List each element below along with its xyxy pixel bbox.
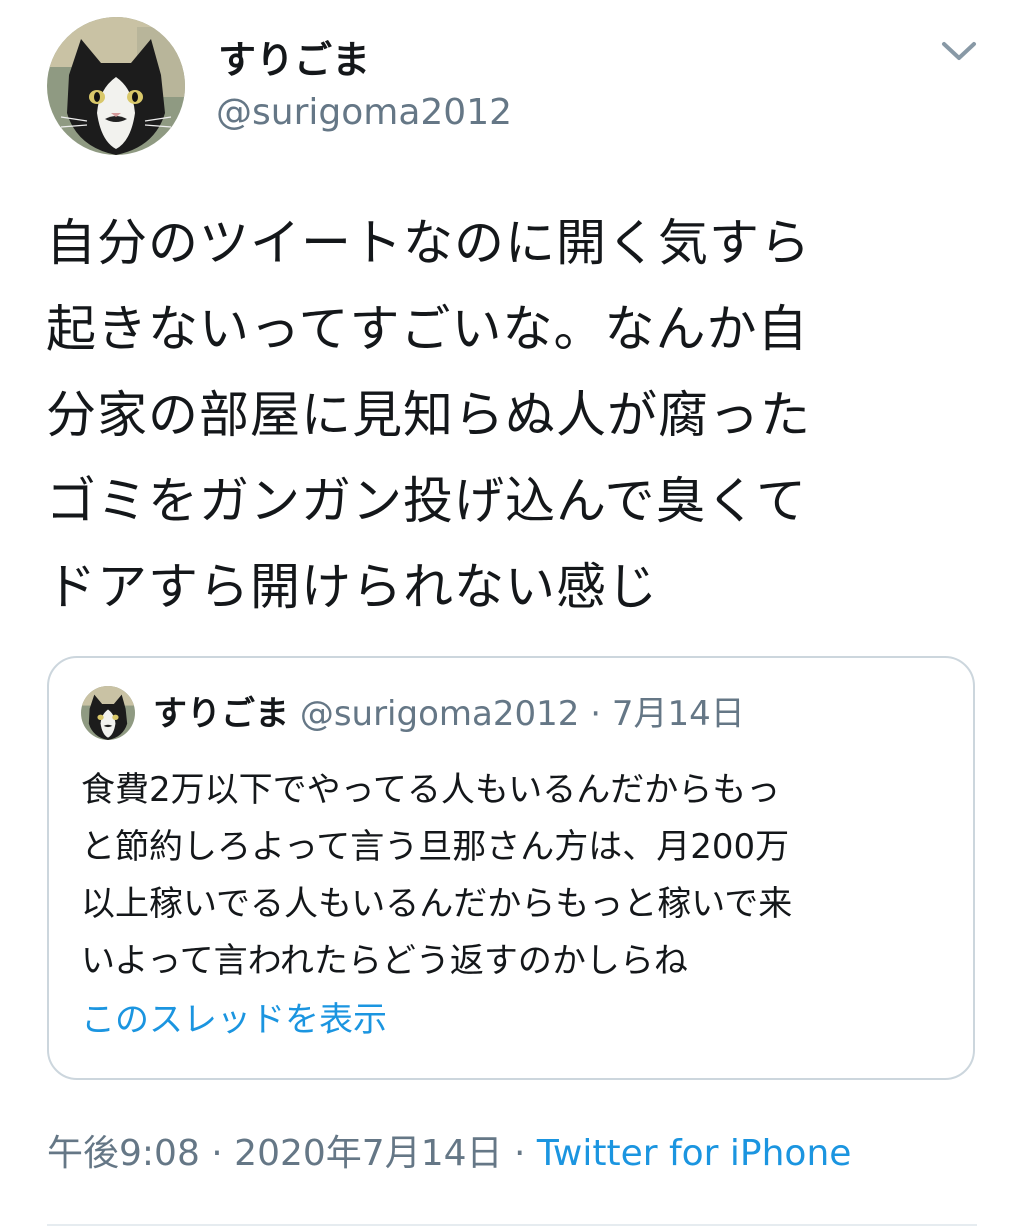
quoted-display-name: すりごま — [153, 694, 289, 734]
cat-avatar-icon — [47, 17, 185, 155]
tweet-text-line: ドアすら開けられない感じ — [46, 558, 658, 616]
quoted-text-line: 以上稼いでる人もいるんだからもっと稼いで来 — [81, 884, 793, 924]
chevron-down-icon — [942, 42, 976, 60]
quoted-text-line: 食費2万以下でやってる人もいるんだからもっ — [81, 770, 781, 810]
tweet-text-line: 自分のツイートなのに開く気すら — [46, 214, 811, 272]
meta-separator: · — [502, 1133, 537, 1174]
tweet-card: すりごま @surigoma2012 自分のツイートなのに開く気すら 起きないっ… — [0, 0, 1024, 1229]
tweet-meta: 午後9:08 · 2020年7月14日 · Twitter for iPhone — [47, 1132, 851, 1176]
divider — [47, 1224, 977, 1226]
quoted-tweet-header: すりごま @surigoma2012 · 7月14日 — [153, 692, 745, 736]
quoted-tweet-text: 食費2万以下でやってる人もいるんだからもっ と節約しろよって言う旦那さん方は、月… — [81, 762, 961, 990]
cat-avatar-icon — [81, 686, 135, 740]
quoted-author-avatar — [81, 686, 135, 740]
author-avatar[interactable] — [47, 17, 185, 155]
author-display-name[interactable]: すりごま — [218, 38, 370, 82]
author-handle[interactable]: @surigoma2012 — [216, 92, 512, 134]
quoted-separator: · — [590, 694, 601, 734]
quoted-tweet[interactable]: すりごま @surigoma2012 · 7月14日 食費2万以下でやってる人も… — [47, 656, 975, 1080]
tweet-text-line: 分家の部屋に見知らぬ人が腐った — [46, 386, 811, 444]
tweet-timestamp[interactable]: 午後9:08 · 2020年7月14日 — [47, 1133, 503, 1174]
tweet-source-link[interactable]: Twitter for iPhone — [537, 1133, 852, 1174]
quoted-date: 7月14日 — [611, 694, 745, 734]
quoted-text-line: と節約しろよって言う旦那さん方は、月200万 — [81, 827, 790, 867]
show-thread-link[interactable]: このスレッドを表示 — [81, 998, 387, 1042]
more-options-button[interactable] — [936, 34, 982, 68]
quoted-text-line: いよって言われたらどう返すのかしらね — [81, 941, 688, 981]
tweet-text: 自分のツイートなのに開く気すら 起きないってすごいな。なんか自 分家の部屋に見知… — [46, 200, 986, 630]
tweet-text-line: ゴミをガンガン投げ込んで臭くて — [46, 472, 807, 530]
quoted-handle: @surigoma2012 — [299, 694, 580, 734]
tweet-text-line: 起きないってすごいな。なんか自 — [46, 300, 809, 358]
